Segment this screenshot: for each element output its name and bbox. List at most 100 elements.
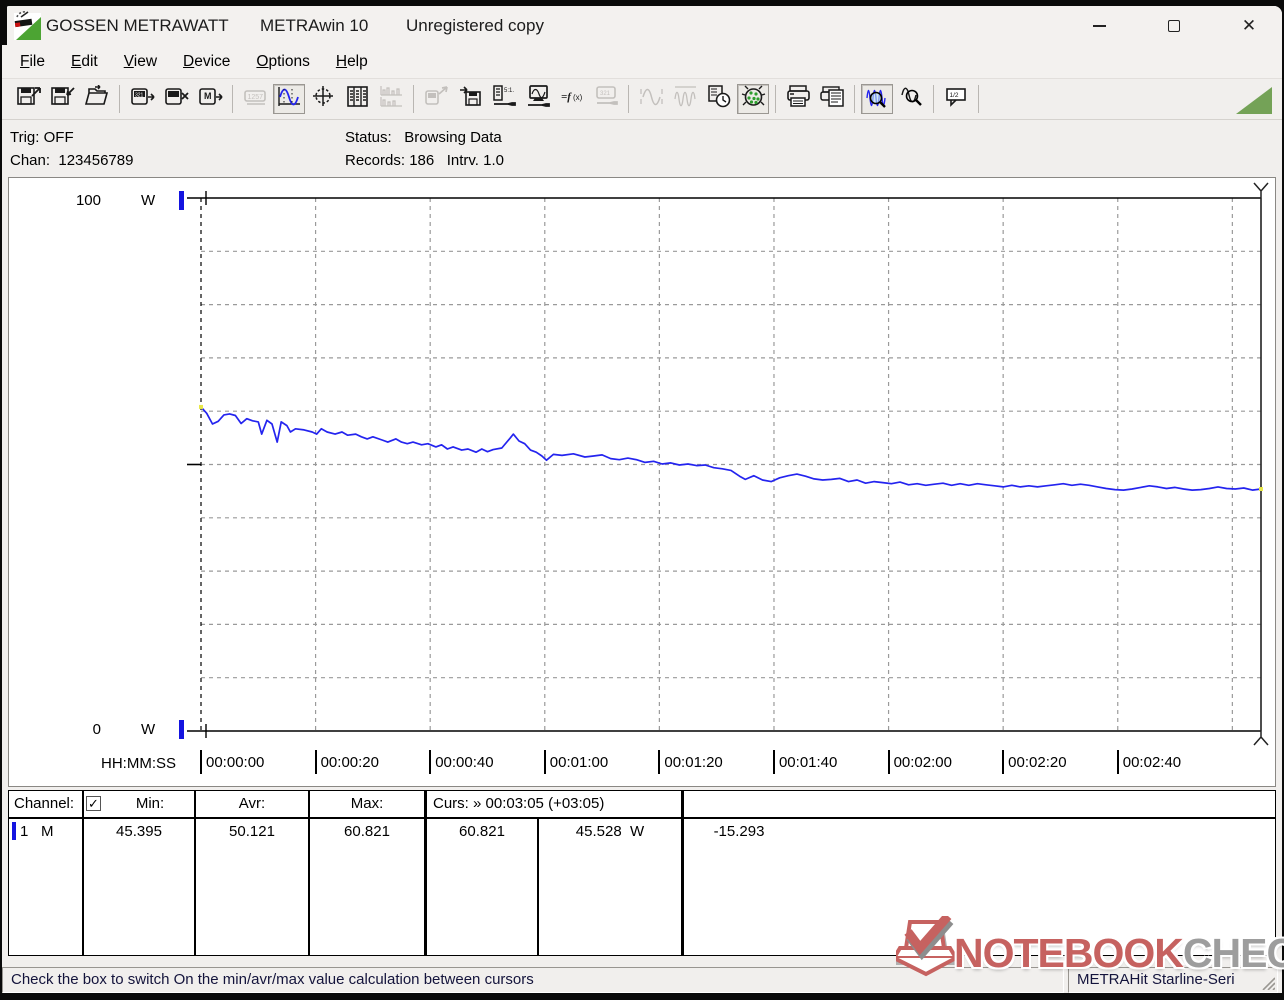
svg-text:M: M [204, 91, 212, 101]
status-value: Browsing Data [404, 129, 502, 146]
x-axis-unit-label: HH:MM:SS [101, 755, 176, 772]
toolbar-device-clear-button[interactable] [160, 84, 192, 114]
chart-panel: 100 W 0 W HH:MM:SS 00:00:00 00:00:20 00:00… [8, 177, 1276, 787]
menu-device[interactable]: Device [173, 49, 240, 75]
power-line-chart[interactable] [9, 178, 1275, 786]
app-window: GOSSEN METRAWATT METRAwin 10 Unregistere… [2, 6, 1282, 993]
toolbar-debug-bug-button[interactable] [737, 84, 769, 114]
toolbar-timer-clock-button[interactable] [703, 84, 735, 114]
chart-view-icon [277, 85, 302, 113]
window-edge [0, 0, 7, 45]
toolbar-chart-view-button[interactable] [273, 84, 305, 114]
menu-view[interactable]: View [114, 49, 167, 75]
toolbar-device-memory-button[interactable]: M [194, 84, 226, 114]
title-program-name: METRAwin 10 [260, 16, 369, 35]
menu-edit[interactable]: Edit [61, 49, 108, 75]
row-channel-mode: M [41, 823, 54, 840]
toolbar-separator [628, 85, 629, 113]
minimize-icon [1092, 24, 1106, 27]
wave-single-icon [639, 85, 664, 113]
toolbar-config-list-button[interactable]: 5:1. [488, 84, 520, 114]
y-axis-unit-bottom: W [141, 721, 156, 738]
config-list-icon: 5:1. [492, 85, 517, 113]
interval-value: 1.0 [483, 152, 505, 169]
screen: GOSSEN METRAWATT METRAwin 10 Unregistere… [0, 0, 1284, 1000]
toolbar-device-export-button [420, 84, 452, 114]
close-button[interactable]: ✕ [1226, 10, 1272, 41]
toolbar-separator [232, 85, 233, 113]
row-cursor-left-value: 60.821 [459, 823, 505, 840]
formula-fx-icon: =f (x) [560, 85, 585, 113]
svg-text:1/2: 1/2 [949, 92, 958, 99]
toolbar-separator [119, 85, 120, 113]
y-axis-top-marker [179, 191, 184, 210]
row-unit: W [630, 823, 645, 840]
toolbar-scope-crosshair-button[interactable] [307, 84, 339, 114]
toolbar-device-save-button[interactable] [454, 84, 486, 114]
x-axis-tick-label: 00:02:00 [887, 750, 952, 774]
svg-text:321: 321 [135, 93, 144, 99]
x-axis-tick-label: 00:00:20 [314, 750, 379, 774]
toolbar-zoom-out-signal-button[interactable] [895, 84, 927, 114]
menu-help[interactable]: Help [326, 49, 378, 75]
row-avr-value: 50.121 [229, 823, 275, 840]
save-file-icon [50, 85, 76, 113]
scope-crosshair-icon [311, 85, 336, 113]
y-axis-unit-top: W [141, 192, 156, 209]
toolbar-open-folder-button[interactable] [81, 84, 113, 114]
menu-options[interactable]: Options [246, 49, 319, 75]
toolbar-print-button[interactable] [782, 84, 814, 114]
toolbar-separator [978, 85, 979, 113]
col-header-channel: Channel: [14, 795, 75, 812]
toolbar-config-monitor-button[interactable] [522, 84, 554, 114]
row-cursor-right-value: 45.528 W [575, 823, 645, 840]
device-memory-icon: M [198, 85, 223, 113]
toolbar-separator [775, 85, 776, 113]
row-delta-value: -15.293 [713, 823, 765, 840]
toolbar-zoom-signal-button[interactable] [861, 84, 893, 114]
minimize-button[interactable] [1076, 10, 1122, 41]
col-header-max: Max: [350, 795, 384, 812]
device-read-icon: 321 [130, 85, 155, 113]
svg-text:321: 321 [600, 91, 611, 97]
toolbar-device-read-button[interactable]: 321 [126, 84, 158, 114]
toolbar-comment-note-button[interactable]: 1/2 [940, 84, 972, 114]
status-label: Status: [345, 129, 392, 146]
config-monitor-icon [526, 85, 551, 113]
toolbar-separator [413, 85, 414, 113]
toolbar-open-file-button[interactable] [13, 84, 45, 114]
toolbar-wave-single-button [635, 84, 667, 114]
minavrmax-checkbox[interactable]: ✓ [86, 796, 101, 811]
trig-label: Trig: [10, 129, 40, 146]
wave-multi-icon [673, 85, 698, 113]
debug-bug-icon [741, 85, 766, 113]
row-max-value: 60.821 [344, 823, 390, 840]
x-axis-tick-label: 00:00:00 [200, 750, 264, 774]
toolbar-table-view-button[interactable] [341, 84, 373, 114]
row-channel-number: 1 [20, 823, 29, 840]
device-export-icon [424, 85, 449, 113]
toolbar-formula-fx-button[interactable]: =f (x) [556, 84, 588, 114]
maximize-icon [1168, 19, 1180, 32]
x-axis-tick-label: 00:01:40 [772, 750, 837, 774]
svg-text:1257: 1257 [247, 94, 263, 101]
interval-label: Intrv. [446, 152, 479, 169]
toolbar-histogram-view-button [375, 84, 407, 114]
menu-file[interactable]: File [10, 49, 55, 75]
device-clear-icon [164, 85, 189, 113]
y-axis-max-label: 100 [75, 192, 101, 209]
channel-row-marker [12, 822, 16, 840]
toolbar-save-file-button[interactable] [47, 84, 79, 114]
x-axis-tick-label: 00:01:20 [658, 750, 723, 774]
chan-value: 123456789 [58, 152, 134, 169]
records-label: Records: [345, 152, 406, 169]
records-value: 186 [409, 152, 435, 169]
toolbar-print-preview-button[interactable] [816, 84, 848, 114]
toolbar-green-triangle-icon [1236, 87, 1272, 114]
status-panel: Trig: OFF Chan: 123456789 Status: Browsi… [2, 121, 1282, 178]
maximize-button[interactable] [1151, 10, 1197, 41]
zoom-out-signal-icon [899, 85, 924, 113]
open-folder-icon [84, 84, 110, 113]
open-file-icon [16, 85, 42, 113]
toolbar-separator [933, 85, 934, 113]
